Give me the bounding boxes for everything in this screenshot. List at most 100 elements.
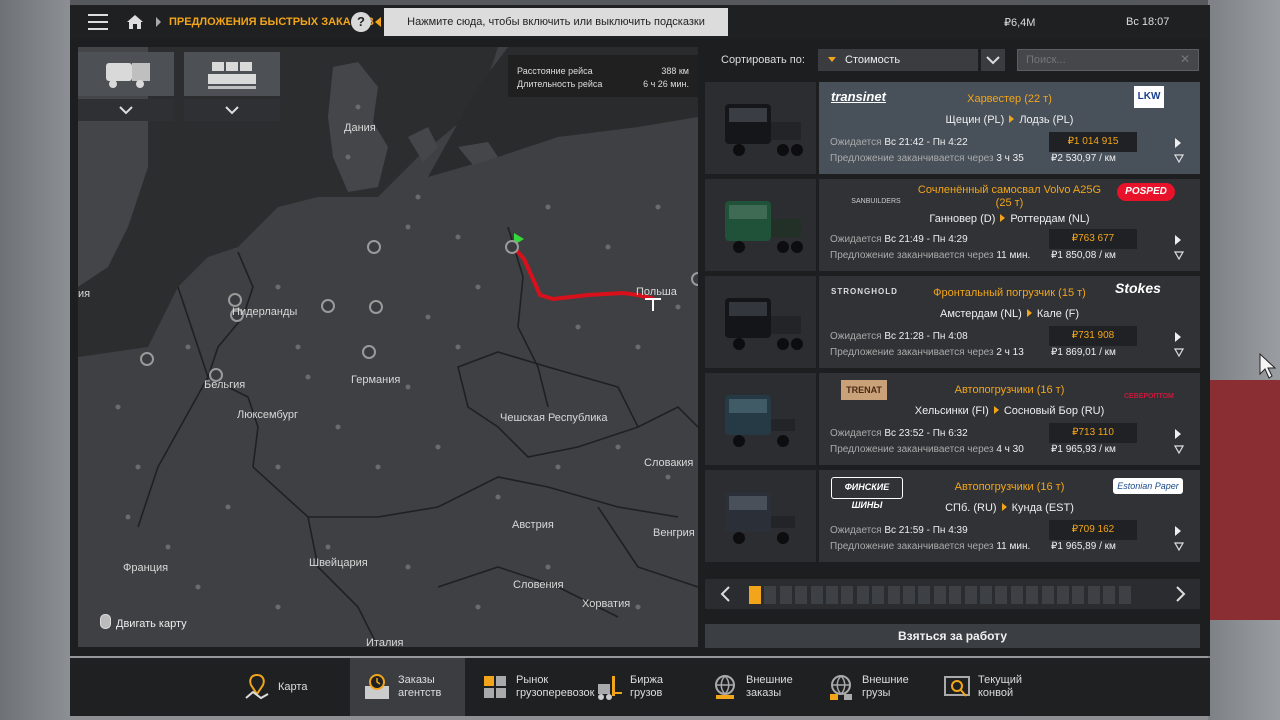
move-map-hint[interactable]: Двигать карту [100,614,187,630]
convoy-icon [944,676,970,697]
pager-page[interactable] [1010,586,1023,604]
truck-filter-button[interactable] [78,52,174,96]
money-balance: ₽6,4M [1004,17,1036,29]
hamburger-menu-icon[interactable] [88,14,108,30]
cargo-filter-dropdown[interactable] [184,99,280,121]
expected-time: Ожидается Вс 21:42 - Пн 4:22 [830,137,968,148]
breadcrumb[interactable]: ПРЕДЛОЖЕНИЯ БЫСТРЫХ ЗАКАЗОВ [169,16,374,28]
tab-external-cargo[interactable]: Внешние грузы [814,658,926,716]
pager-page[interactable] [749,586,761,604]
map-label-poland: Польша [636,286,677,298]
origin-city: СПб. (RU) [945,502,997,514]
map-view[interactable]: Расстояние рейса 388 км Длительность рей… [78,47,698,647]
pager-page[interactable] [933,586,946,604]
chevron-down-icon [119,106,133,115]
tab-agency-jobs[interactable]: Заказы агентств [350,658,465,716]
truck-filter-dropdown[interactable] [78,99,174,121]
pager-page[interactable] [1041,586,1054,604]
details-arrow-icon[interactable] [1175,526,1181,536]
map-canvas[interactable] [78,47,698,647]
help-button[interactable]: ? [351,12,371,32]
tab-label: Биржа грузов [630,674,663,699]
pager-page[interactable] [872,586,885,604]
pager-page[interactable] [1072,586,1085,604]
job-offer-item[interactable]: SANBUILDERS POSPED Сочленённый самосвал … [705,179,1200,271]
pager-page[interactable] [918,586,931,604]
expected-time: Ожидается Вс 21:49 - Пн 4:29 [830,234,968,245]
pager-page[interactable] [1026,586,1039,604]
truck-thumbnail [705,82,816,174]
pager-page[interactable] [1103,586,1116,604]
price-per-km: ₽1 869,01 / км [1051,347,1116,358]
job-pager [705,579,1200,609]
tab-label: Внешние заказы [746,674,793,699]
pager-page[interactable] [841,586,854,604]
destination-city: Кунда (EST) [1011,502,1074,514]
details-arrow-icon[interactable] [1175,429,1181,439]
job-offer-item[interactable]: TRENAT СЕВЕРОПТОМ Автопогрузчики (16 т) … [705,373,1200,465]
pager-page[interactable] [949,586,962,604]
cargo-weight-icon [1174,251,1184,260]
job-offer-item[interactable]: ФИНСКИЕ ШИНЫ Estonian Paper Автопогрузчи… [705,470,1200,562]
job-offer-item[interactable]: STRONGHOLD Stokes Фронтальный погрузчик … [705,276,1200,368]
sort-order-icon [828,57,836,62]
pager-page[interactable] [779,586,792,604]
truck-thumbnail [705,373,816,465]
tab-current-convoy[interactable]: Текущий конвой [930,658,1042,716]
price-per-km: ₽2 530,97 / км [1051,153,1116,164]
offer-expiry: Предложение заканчивается через 2 ч 13 [830,347,1024,358]
truck-thumbnail [705,276,816,368]
sort-dropdown-button[interactable] [981,49,1005,71]
pager-page[interactable] [856,586,869,604]
details-arrow-icon[interactable] [1175,235,1181,245]
clear-search-icon[interactable]: ✕ [1180,52,1190,66]
pager-page[interactable] [826,586,838,604]
breadcrumb-arrow-icon [156,17,161,27]
job-price: ₽713 110 [1049,423,1137,443]
pager-prev-button[interactable] [711,579,741,609]
pager-page[interactable] [810,586,823,604]
hint-arrow-icon [375,17,381,27]
job-route: СПб. (RU) Кунда (EST) [819,502,1200,514]
pager-page[interactable] [1057,586,1069,604]
pager-page[interactable] [903,586,915,604]
tab-external-jobs[interactable]: Внешние заказы [698,658,810,716]
home-icon[interactable] [126,13,144,31]
details-arrow-icon[interactable] [1175,332,1181,342]
tab-label: Карта [278,680,308,693]
tab-cargo-exchange[interactable]: Биржа грузов [582,658,694,716]
map-marker-icon [245,673,269,700]
distance-label: Расстояние рейса [517,66,593,76]
pager-page[interactable] [1118,586,1131,604]
take-job-button[interactable]: Взяться за работу [705,624,1200,648]
details-arrow-icon[interactable] [1175,138,1181,148]
sort-label: Сортировать по: [721,54,805,66]
tab-map[interactable]: Карта [230,658,348,716]
pager-page[interactable] [887,586,900,604]
pager-page[interactable] [980,586,992,604]
origin-city: Ганновер (D) [929,213,996,225]
truck-icon [106,63,150,88]
search-input[interactable] [1017,49,1199,71]
truck-thumbnail [705,179,816,271]
map-label-france: Франция [123,562,169,574]
route-arrow-icon [993,406,999,414]
pager-page[interactable] [1087,586,1100,604]
pager-next-button[interactable] [1165,579,1195,609]
move-map-label: Двигать карту [116,618,187,630]
pager-page[interactable] [964,586,977,604]
pager-page[interactable] [995,586,1008,604]
mouse-cursor-icon [1259,352,1277,379]
sort-select[interactable]: Стоимость [818,49,978,71]
chevron-left-icon [720,586,730,602]
pager-page[interactable] [764,586,777,604]
job-offer-item[interactable]: transinet LKW Харвестер (22 т) Щецин (PL… [705,82,1200,174]
route-arrow-icon [1009,115,1015,123]
pager-page[interactable] [795,586,808,604]
map-label-luxembourg: Люксембург [237,409,299,421]
hints-toggle-button[interactable]: Нажмите сюда, чтобы включить или выключи… [384,8,728,36]
cargo-filter-button[interactable] [184,52,280,96]
tab-freight-market[interactable]: Рынок грузоперевозок [468,658,594,716]
map-label-croatia: Хорватия [582,598,631,610]
job-price: ₽709 162 [1049,520,1137,540]
